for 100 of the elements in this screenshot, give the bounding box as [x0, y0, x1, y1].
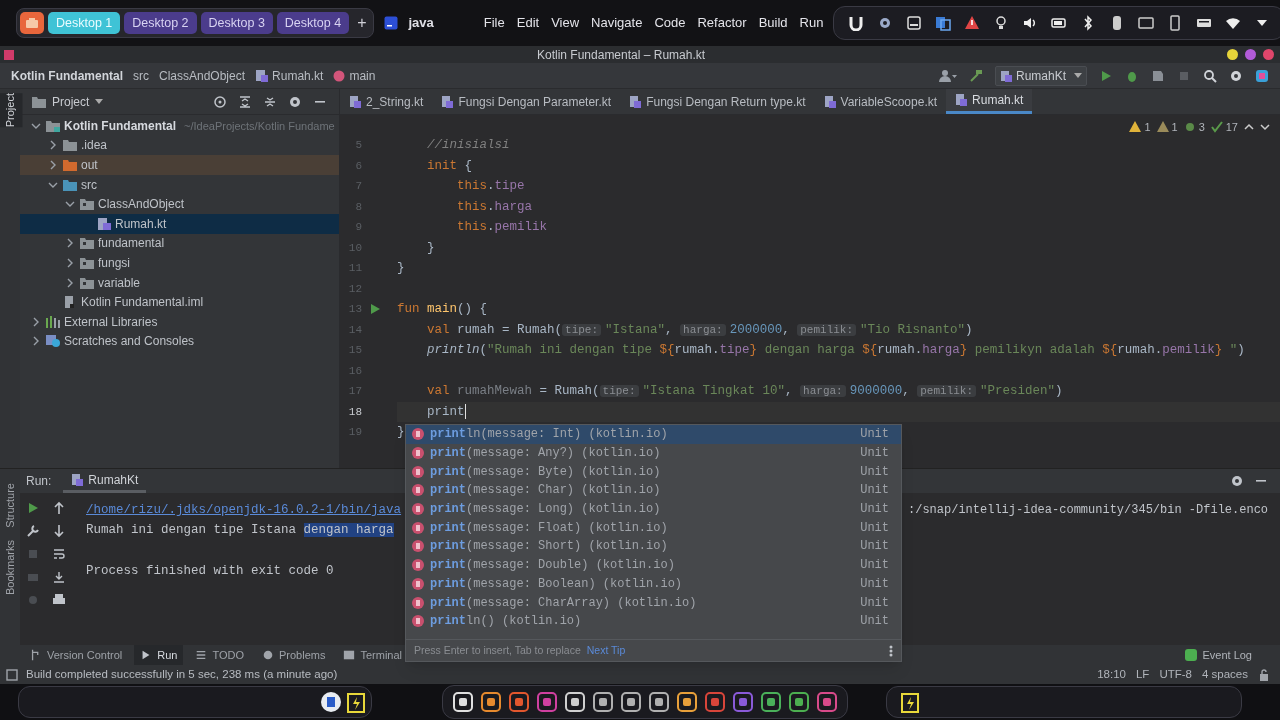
- completion-item[interactable]: print(message: Float) (kotlin.io) Unit: [406, 518, 901, 538]
- tree-item[interactable]: .idea: [20, 135, 339, 156]
- completion-item[interactable]: print(message: Byte) (kotlin.io) Unit: [406, 462, 901, 482]
- drive-icon[interactable]: [906, 15, 923, 31]
- console-link[interactable]: /home/rizu/.jdks/openjdk-16.0.2-1/bin/java: [86, 500, 402, 520]
- arrow-up-icon[interactable]: [52, 501, 66, 515]
- module-file-icon: [63, 296, 77, 309]
- battery-icon[interactable]: [901, 691, 919, 713]
- completion-item[interactable]: print(message: Any?) (kotlin.io) Unit: [406, 443, 901, 463]
- app-name[interactable]: java: [408, 13, 434, 33]
- tool-window-button[interactable]: Problems: [256, 645, 332, 665]
- event-log-button[interactable]: Event Log: [1185, 646, 1252, 664]
- menu-item[interactable]: Edit: [516, 13, 540, 33]
- editor-tab[interactable]: 2_String.kt: [340, 89, 433, 114]
- tree-item[interactable]: src: [20, 174, 339, 195]
- chevron-down-icon[interactable]: [1260, 122, 1270, 133]
- status-item[interactable]: LF: [1135, 665, 1150, 684]
- wifi-icon[interactable]: [1225, 15, 1242, 31]
- soft-wrap-icon[interactable]: [52, 547, 66, 561]
- battery-icon[interactable]: [347, 691, 365, 713]
- app-icon[interactable]: [384, 16, 399, 30]
- warning-icon[interactable]: [1129, 121, 1142, 134]
- editor-tab[interactable]: Rumah.kt: [946, 89, 1033, 114]
- maximize-button[interactable]: [1245, 49, 1256, 60]
- hammer-icon[interactable]: [969, 68, 983, 83]
- monitor-icon[interactable]: [1138, 15, 1155, 31]
- status-item[interactable]: 4 spaces: [1201, 665, 1248, 684]
- lock-icon[interactable]: [1258, 668, 1270, 681]
- tool-window-button[interactable]: Run: [134, 645, 184, 665]
- breadcrumb-item[interactable]: Kotlin Fundamental: [11, 66, 123, 85]
- breadcrumb-item[interactable]: src: [133, 66, 149, 85]
- warning-icon[interactable]: [964, 15, 981, 31]
- add-desktop-button[interactable]: +: [353, 11, 371, 35]
- wrench-icon[interactable]: [26, 524, 40, 538]
- search-icon[interactable]: [1203, 68, 1217, 83]
- completion-item[interactable]: print(message: Short) (kotlin.io) Unit: [406, 537, 901, 556]
- tree-item[interactable]: fundamental: [20, 233, 339, 254]
- menu-item[interactable]: Code: [654, 13, 686, 33]
- scroll-to-end-icon[interactable]: [52, 570, 66, 584]
- tree-item[interactable]: out: [20, 155, 339, 175]
- tool-window-button[interactable]: Version Control: [24, 645, 129, 665]
- tree-item[interactable]: External Libraries: [20, 311, 339, 332]
- tree-item[interactable]: fungsi: [20, 253, 339, 273]
- tool-window-button[interactable]: TODO: [189, 645, 250, 665]
- more-icon[interactable]: [889, 644, 893, 657]
- close-button[interactable]: [1263, 49, 1274, 60]
- translate-icon[interactable]: [935, 15, 952, 31]
- tree-item[interactable]: ClassAndObject: [20, 194, 339, 214]
- editor-tab[interactable]: VariableScoope.kt: [814, 89, 947, 114]
- breadcrumb-item[interactable]: ClassAndObject: [159, 66, 246, 85]
- status-item[interactable]: 18:10: [1097, 665, 1126, 684]
- arrow-down-icon[interactable]: [52, 524, 66, 538]
- completion-item[interactable]: println(message: Int) (kotlin.io) Unit: [406, 425, 901, 444]
- menu-item[interactable]: Refactor: [697, 13, 747, 33]
- status-item[interactable]: UTF-8: [1159, 665, 1192, 684]
- battery-icon[interactable]: [1051, 15, 1068, 31]
- tool-window-tab[interactable]: Project: [0, 93, 23, 128]
- run-icon[interactable]: [370, 304, 380, 315]
- completion-item[interactable]: println() (kotlin.io) Unit: [406, 611, 901, 631]
- desktop-tab[interactable]: Desktop 3: [200, 12, 273, 34]
- tree-item[interactable]: Rumah.kt: [20, 213, 339, 234]
- panel-toggle-icon[interactable]: [6, 668, 18, 681]
- completion-item[interactable]: print(message: CharArray) (kotlin.io) Unit: [406, 593, 901, 612]
- hook-icon[interactable]: [848, 15, 865, 31]
- completion-item[interactable]: print(message: Double) (kotlin.io) Unit: [406, 555, 901, 575]
- logo-icon[interactable]: [1255, 68, 1269, 83]
- check-icon[interactable]: [1210, 121, 1223, 134]
- locate-icon[interactable]: [213, 94, 227, 109]
- menu-item[interactable]: View: [551, 13, 580, 33]
- play-icon[interactable]: [1099, 68, 1113, 83]
- tool-window-tab[interactable]: Bookmarks: [1, 539, 19, 595]
- launcher-icon[interactable]: [20, 12, 44, 34]
- user-icon[interactable]: [939, 68, 957, 83]
- editor-tab[interactable]: Fungsi Dengan Return type.kt: [620, 89, 815, 114]
- editor-tab[interactable]: Fungsi Dengan Parameter.kt: [432, 89, 621, 114]
- run-configuration-dropdown[interactable]: RumahKt: [995, 65, 1087, 86]
- menu-item[interactable]: Navigate: [591, 13, 643, 33]
- tree-item[interactable]: Kotlin Fundamental ~/IdeaProjects/Kotlin Fundame: [20, 116, 339, 136]
- desktop-tab[interactable]: Desktop 2: [124, 12, 197, 34]
- completion-item[interactable]: print(message: Char) (kotlin.io) Unit: [406, 481, 901, 500]
- completion-item[interactable]: print(message: Boolean) (kotlin.io) Unit: [406, 574, 901, 594]
- breadcrumb-item[interactable]: main: [333, 66, 376, 85]
- tree-item[interactable]: Scratches and Consoles: [20, 331, 339, 352]
- tree-item[interactable]: variable: [20, 272, 339, 293]
- view-dropdown[interactable]: Project: [52, 92, 104, 111]
- collapse-all-icon[interactable]: [263, 94, 277, 109]
- tree-item[interactable]: Kotlin Fundamental.iml: [20, 292, 339, 312]
- menu-item[interactable]: Build: [758, 13, 788, 33]
- desktop-tab[interactable]: Desktop 4: [276, 12, 350, 34]
- tool-window-button[interactable]: Terminal: [337, 645, 409, 665]
- menu-item[interactable]: Run: [799, 13, 824, 33]
- menu-item[interactable]: File: [483, 13, 505, 33]
- rerun-icon[interactable]: [26, 501, 40, 515]
- coverage-icon[interactable]: [1151, 68, 1165, 83]
- print-icon[interactable]: [52, 593, 66, 607]
- completion-item[interactable]: print(message: Long) (kotlin.io) Unit: [406, 499, 901, 519]
- tool-window-tab[interactable]: Structure: [1, 483, 19, 528]
- minimize-button[interactable]: [1227, 49, 1238, 60]
- breadcrumb-item[interactable]: Rumah.kt: [255, 66, 324, 85]
- expand-all-icon[interactable]: [238, 94, 252, 109]
